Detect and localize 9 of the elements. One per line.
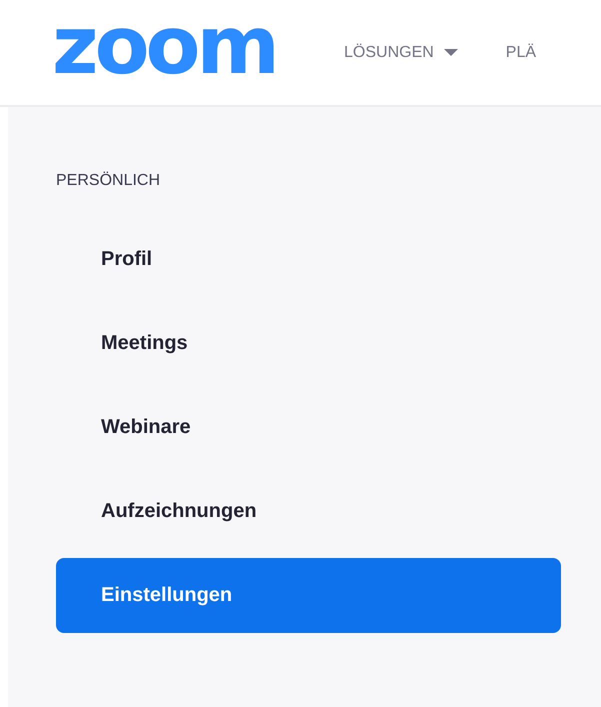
section-heading: PERSÖNLICH [56,172,162,190]
sidebar-item[interactable]: Einstellungen [56,558,561,633]
nav-menu-item[interactable]: PLÄ [506,44,536,62]
sidebar-item[interactable]: Webinare [56,390,561,465]
caret-icon [444,49,458,56]
nav-menu-item[interactable]: LÖSUNGEN [344,44,458,62]
sidebar-item[interactable]: Aufzeichnungen [56,474,561,549]
sidebar-item[interactable]: Profil [56,222,561,297]
sidebar-item[interactable]: Meetings [56,306,561,381]
